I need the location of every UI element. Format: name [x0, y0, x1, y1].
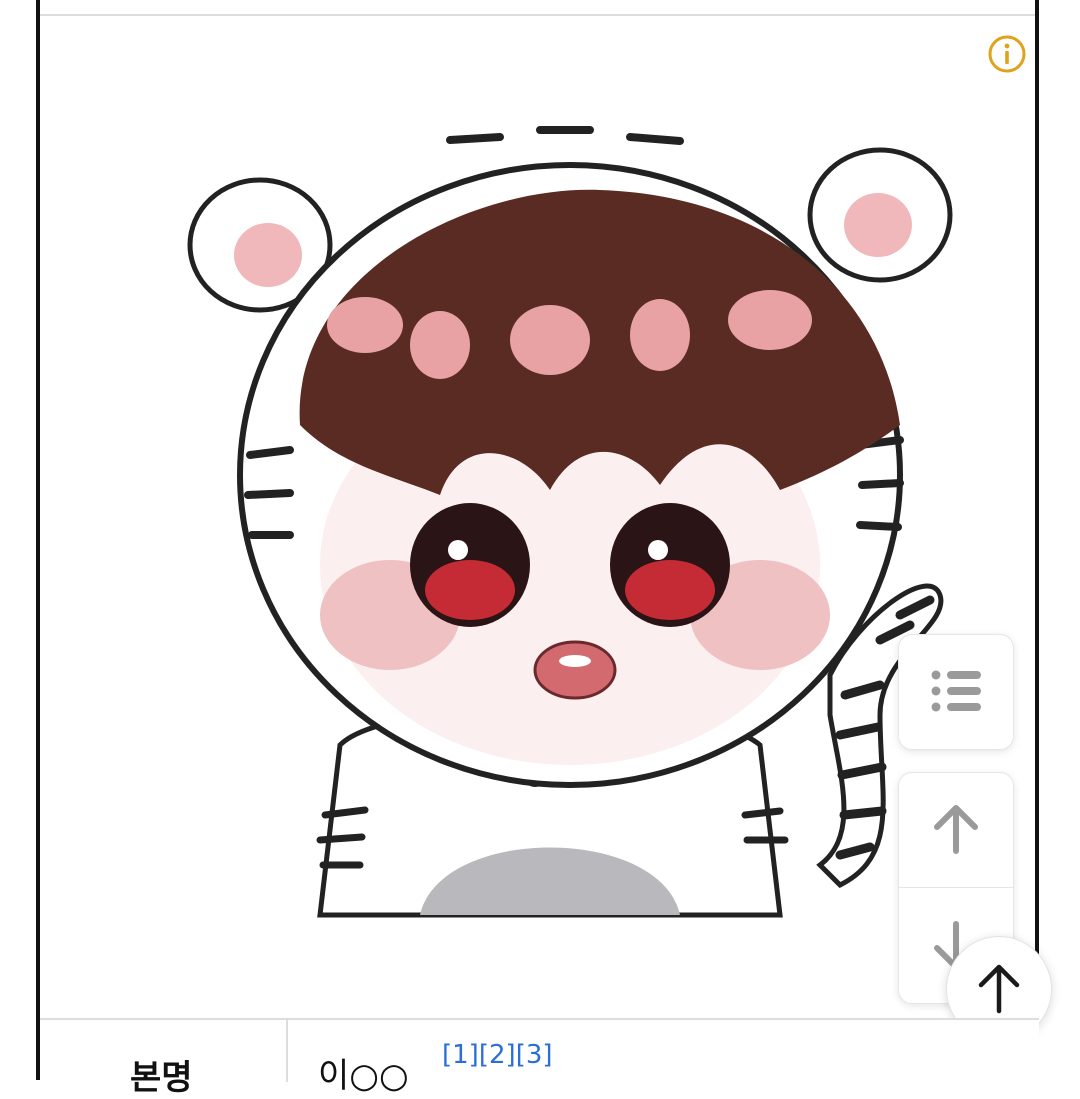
table-of-contents-button[interactable] [898, 634, 1014, 750]
infobox-row: 본명 이○○ [1][2][3] [40, 1018, 1039, 1098]
reference-link[interactable]: [3] [516, 1040, 553, 1070]
infobox-divider [286, 1020, 288, 1082]
arrow-up-icon [934, 805, 978, 854]
reference-link[interactable]: [1] [442, 1040, 479, 1070]
content-frame [36, 0, 1039, 1080]
list-icon [931, 670, 981, 712]
reference-link[interactable]: [2] [479, 1040, 516, 1070]
scroll-up-button[interactable] [899, 773, 1013, 887]
info-icon[interactable] [987, 34, 1027, 74]
top-divider [40, 14, 1035, 16]
infobox-label: 본명 [130, 1058, 193, 1098]
reference-links: [1][2][3] [442, 1040, 553, 1073]
character-illustration [140, 95, 960, 945]
infobox-value: 이○○ [318, 1056, 409, 1096]
